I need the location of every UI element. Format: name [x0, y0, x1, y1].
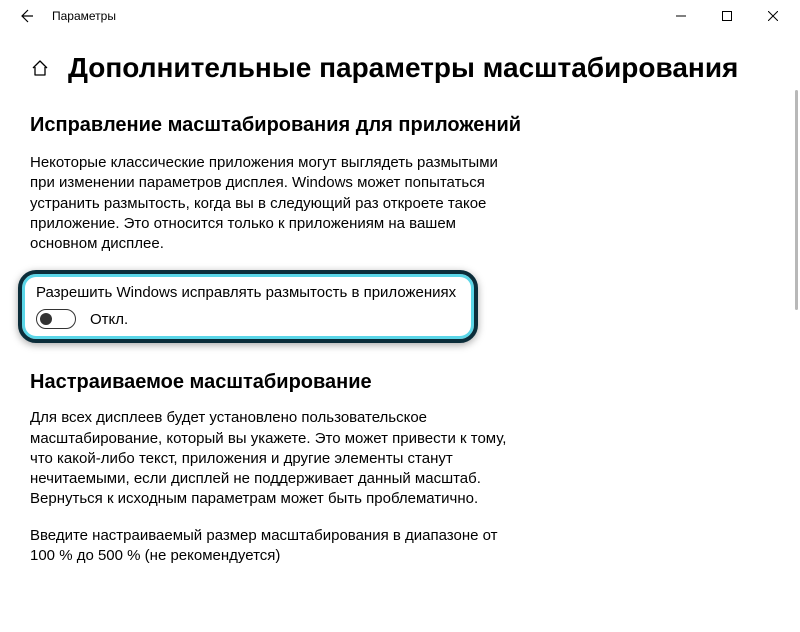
section1-body: Некоторые классические приложения могут … [30, 153, 510, 254]
titlebar: Параметры [0, 0, 800, 32]
back-button[interactable] [4, 0, 48, 32]
blur-fix-toggle[interactable] [36, 309, 76, 329]
section2-body: Для всех дисплеев будет установлено поль… [30, 408, 510, 509]
section2-body2: Введите настраиваемый размер масштабиров… [30, 526, 510, 567]
toggle-label: Разрешить Windows исправлять размытость … [36, 284, 460, 301]
close-icon [768, 11, 778, 21]
minimize-button[interactable] [658, 0, 704, 32]
highlight-toggle-box: Разрешить Windows исправлять размытость … [18, 270, 478, 343]
minimize-icon [676, 11, 686, 21]
toggle-row: Откл. [36, 309, 460, 329]
scroll-thumb[interactable] [795, 90, 798, 310]
maximize-button[interactable] [704, 0, 750, 32]
home-icon [31, 59, 49, 77]
section1-heading: Исправление масштабирования для приложен… [30, 112, 770, 139]
maximize-icon [722, 11, 732, 21]
arrow-left-icon [18, 8, 34, 24]
content-area: Дополнительные параметры масштабирования… [0, 32, 800, 632]
page-header: Дополнительные параметры масштабирования [30, 52, 770, 84]
scrollbar[interactable] [788, 90, 800, 590]
section2-heading: Настраиваемое масштабирование [30, 371, 770, 394]
close-button[interactable] [750, 0, 796, 32]
window-title: Параметры [52, 9, 116, 23]
toggle-status: Откл. [90, 311, 128, 328]
home-button[interactable] [30, 58, 50, 78]
toggle-knob-icon [40, 313, 52, 325]
page-title: Дополнительные параметры масштабирования [68, 52, 738, 84]
